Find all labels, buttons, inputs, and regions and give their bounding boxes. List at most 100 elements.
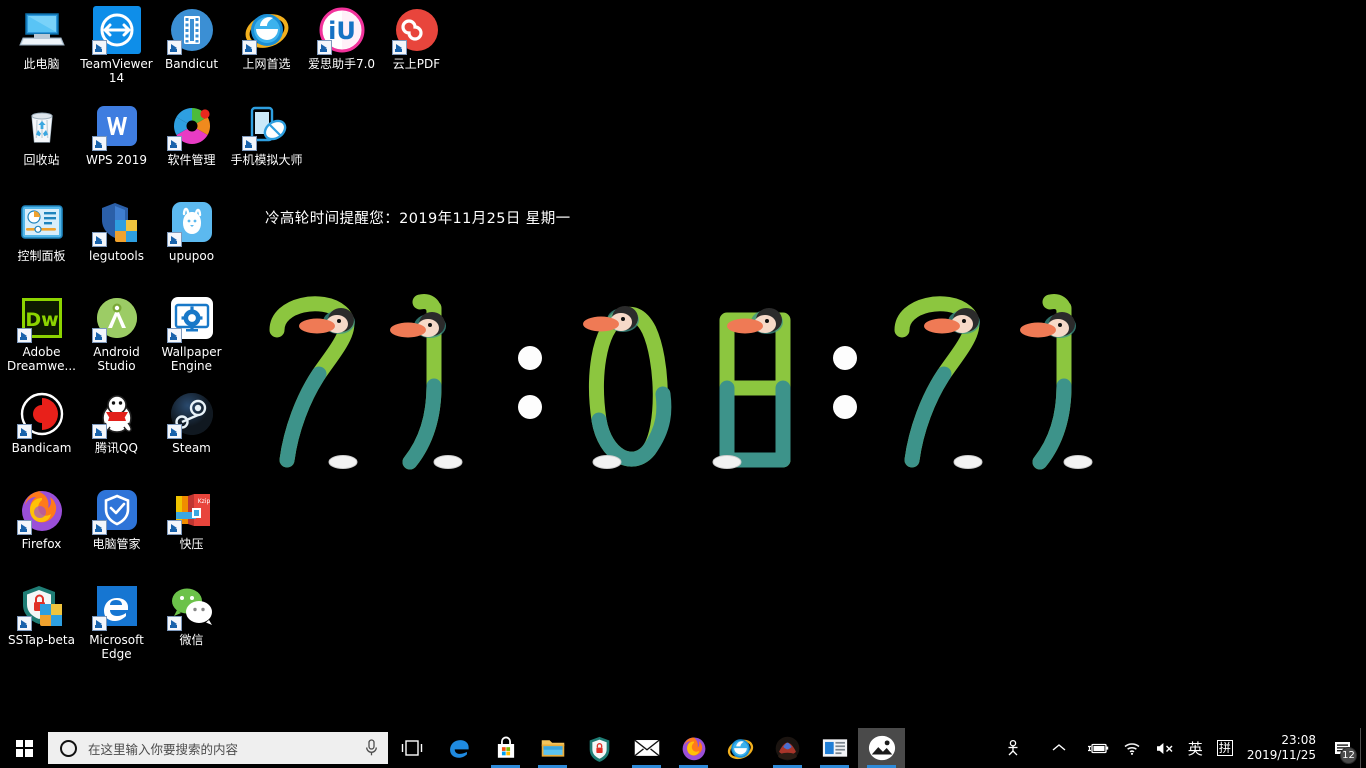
desktop-icon-label: Android Studio	[93, 345, 140, 373]
search-input[interactable]: 在这里输入你要搜索的内容	[48, 732, 388, 764]
ime-pinyin-label: 拼	[1216, 740, 1233, 756]
desktop-icon-label: Adobe Dreamwe...	[7, 345, 76, 373]
shortcut-overlay-icon	[391, 40, 407, 55]
desktop-icon-teamviewer[interactable]: TeamViewer 14	[79, 6, 154, 85]
clock-digit-minute-tens	[577, 290, 689, 475]
wifi-icon[interactable]	[1116, 728, 1148, 768]
volume-muted-icon[interactable]	[1148, 728, 1182, 768]
desktop-icon-upupoo[interactable]: upupoo	[154, 198, 229, 264]
desktop-icon-steam[interactable]: Steam	[154, 390, 229, 456]
desktop-icon-ie[interactable]: 上网首选	[229, 6, 304, 72]
dreamweaver-icon: Dw	[16, 294, 66, 343]
desktop-icon-label: WPS 2019	[85, 153, 148, 167]
shortcut-overlay-icon	[91, 424, 107, 439]
desktop-icon-firefox[interactable]: Firefox	[4, 486, 79, 552]
desktop-icon-bandicut[interactable]: Bandicut	[154, 6, 229, 72]
people-icon[interactable]	[988, 728, 1038, 768]
taskbar-item-sstap[interactable]	[576, 728, 623, 768]
desktop-icon-qq[interactable]: 腾讯QQ	[79, 390, 154, 456]
taskbar-item-firefox[interactable]	[670, 728, 717, 768]
taskbar-item-game[interactable]	[764, 728, 811, 768]
shortcut-overlay-icon	[166, 328, 182, 343]
desktop-icon-aisi[interactable]: iU 爱思助手7.0	[304, 6, 379, 72]
search-placeholder: 在这里输入你要搜索的内容	[88, 741, 239, 757]
desktop-icon-label: 控制面板	[17, 249, 66, 263]
desktop-icon-phone-emulator[interactable]: 手机模拟大师	[229, 102, 304, 168]
desktop-icon-label: 快压	[179, 537, 204, 551]
taskbar-item-news[interactable]	[811, 728, 858, 768]
desktop-icon-android-studio[interactable]: Android Studio	[79, 294, 154, 373]
desktop-icon-dreamweaver[interactable]: Dw Adobe Dreamwe...	[4, 294, 79, 373]
desktop-icon-label: 上网首选	[242, 57, 291, 71]
desktop-icon-software-manager[interactable]: 软件管理	[154, 102, 229, 168]
start-button[interactable]	[0, 728, 48, 768]
clock-digit-second-tens	[890, 290, 1002, 475]
desktop-icon-label: 手机模拟大师	[230, 153, 303, 167]
colon-dot-bottom	[833, 395, 857, 419]
microphone-icon[interactable]	[354, 739, 388, 757]
kuaizip-icon: Kzip	[166, 486, 216, 535]
shortcut-overlay-icon	[16, 520, 32, 535]
desktop-icon-wallpaper-engine[interactable]: Wallpaper Engine	[154, 294, 229, 373]
desktop-icon-legutools[interactable]: legutools	[79, 198, 154, 264]
tray-date: 2019/11/25	[1246, 748, 1316, 762]
taskbar-item-file-explorer[interactable]	[529, 728, 576, 768]
shortcut-overlay-icon	[166, 424, 182, 439]
task-view-button[interactable]	[388, 728, 435, 768]
shortcut-overlay-icon	[166, 136, 182, 151]
shortcut-overlay-icon	[91, 232, 107, 247]
android-studio-icon	[91, 294, 141, 343]
date-reminder-text: 冷高轮时间提醒您：2019年11月25日 星期一	[265, 211, 571, 227]
pc-manager-icon	[91, 486, 141, 535]
desktop-icon-label: Bandicut	[164, 57, 219, 71]
taskbar-item-edge[interactable]	[435, 728, 482, 768]
desktop-icon-label: upupoo	[168, 249, 215, 263]
desktop-icon-recycle-bin[interactable]: 回收站	[4, 102, 79, 168]
desktop-icon-sstap[interactable]: SSTap-beta	[4, 582, 79, 648]
yunshangpdf-icon	[391, 6, 441, 55]
cortana-ring-icon	[48, 739, 88, 757]
desktop-icon-bandicam[interactable]: Bandicam	[4, 390, 79, 456]
desktop-icon-label: Wallpaper Engine	[161, 345, 222, 373]
desktop-icon-yunshangpdf[interactable]: 云上PDF	[379, 6, 454, 72]
desktop-icon-wps[interactable]: WPS 2019	[79, 102, 154, 168]
svg-text:Kzip: Kzip	[197, 498, 210, 505]
ime-pinyin-indicator[interactable]: 拼	[1209, 728, 1241, 768]
shortcut-overlay-icon	[91, 616, 107, 631]
ime-language-indicator[interactable]: 英	[1182, 728, 1209, 768]
taskbar-item-store[interactable]	[482, 728, 529, 768]
taskbar-item-photos[interactable]	[858, 728, 905, 768]
clock-digit-hour-ones	[370, 290, 482, 475]
desktop-icon-pc-manager[interactable]: 电脑管家	[79, 486, 154, 552]
system-tray: 英 拼 23:08 2019/11/25 12	[988, 728, 1366, 768]
desktop-icon-control-panel[interactable]: 控制面板	[4, 198, 79, 264]
taskbar-clock[interactable]: 23:08 2019/11/25	[1241, 733, 1326, 763]
bandicam-icon	[16, 390, 66, 439]
desktop-icon-label: 云上PDF	[392, 57, 441, 71]
battery-icon[interactable]	[1080, 728, 1116, 768]
clock-separator-1	[510, 290, 550, 475]
svg-text:iU: iU	[328, 17, 356, 45]
desktop-icon-label: 电脑管家	[92, 537, 141, 551]
wechat-icon	[166, 582, 216, 631]
desktop-icon-this-pc[interactable]: 此电脑	[4, 6, 79, 72]
taskbar-item-ie[interactable]	[717, 728, 764, 768]
shortcut-overlay-icon	[91, 520, 107, 535]
clock-digit-second-ones	[1000, 290, 1112, 475]
shortcut-overlay-icon	[16, 424, 32, 439]
tray-time: 23:08	[1281, 733, 1316, 747]
desktop-icon-kuaizip[interactable]: Kzip 快压	[154, 486, 229, 552]
notification-center-button[interactable]: 12	[1326, 728, 1360, 768]
teamviewer-icon	[91, 6, 141, 55]
shortcut-overlay-icon	[91, 40, 107, 55]
shortcut-overlay-icon	[16, 616, 32, 631]
taskbar-item-mail[interactable]	[623, 728, 670, 768]
shortcut-overlay-icon	[91, 136, 107, 151]
shortcut-overlay-icon	[166, 520, 182, 535]
desktop-icon-label: legutools	[89, 249, 144, 263]
desktop-icon-label: 腾讯QQ	[95, 441, 138, 455]
desktop-icon-edge[interactable]: Microsoft Edge	[79, 582, 154, 661]
chevron-up-icon[interactable]	[1038, 728, 1080, 768]
desktop-icon-wechat[interactable]: 微信	[154, 582, 229, 648]
show-desktop-button[interactable]	[1360, 728, 1366, 768]
